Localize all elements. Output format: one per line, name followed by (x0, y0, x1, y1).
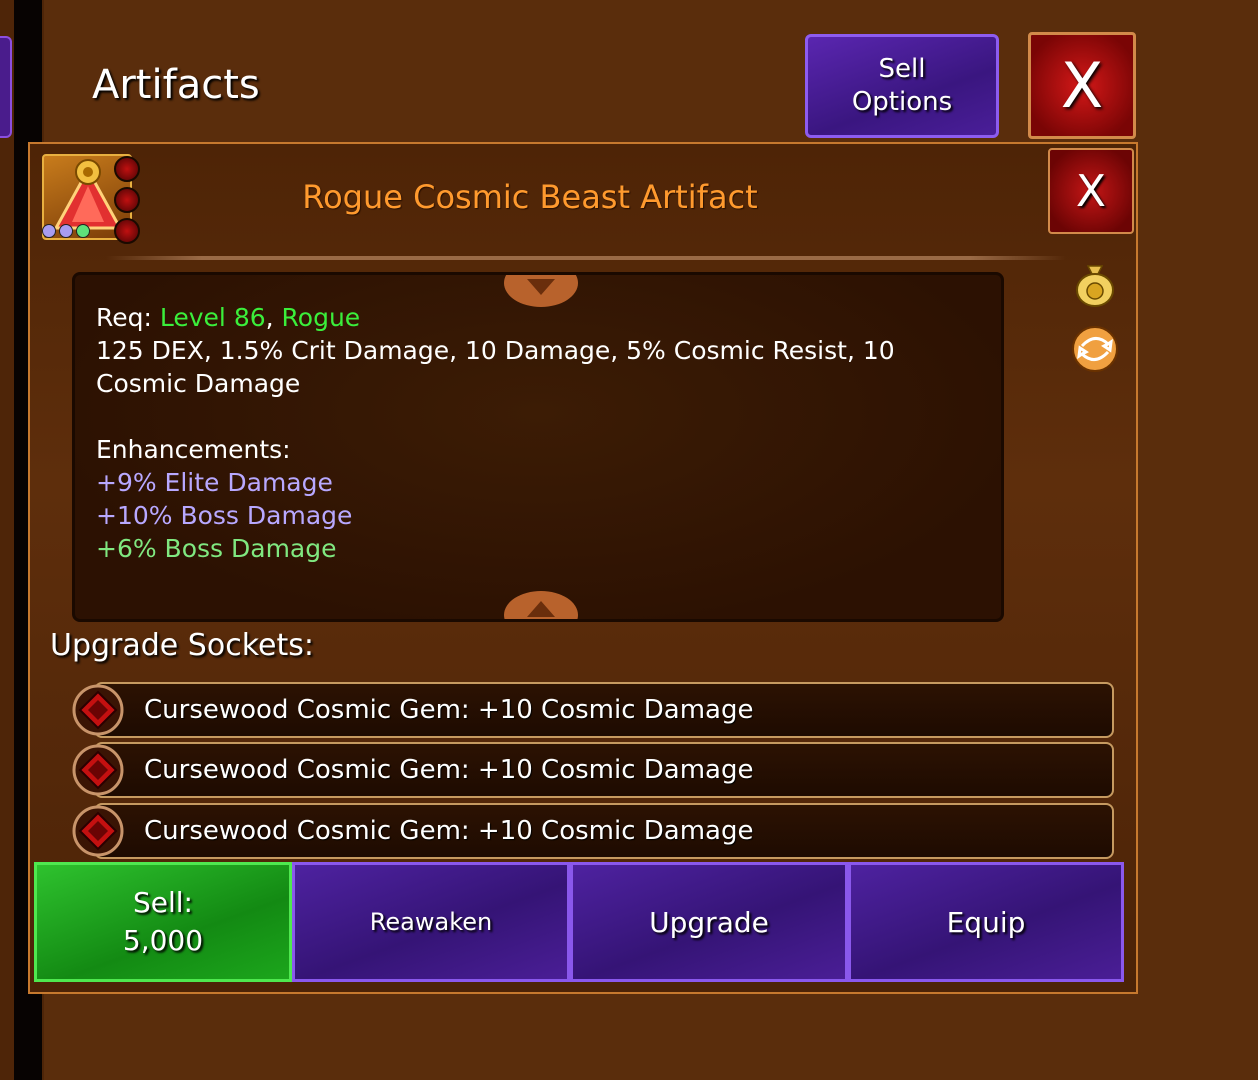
left-side-tab[interactable] (0, 36, 12, 138)
sell-price: 5,000 (122, 924, 204, 957)
req-separator: , (265, 303, 274, 332)
scroll-up-icon[interactable] (503, 587, 579, 622)
socket-gem-icon (72, 805, 124, 857)
gold-bag-icon[interactable] (1070, 258, 1120, 308)
item-title: Rogue Cosmic Beast Artifact (302, 178, 758, 216)
socket-text: Cursewood Cosmic Gem: +10 Cosmic Damage (144, 755, 754, 785)
title-divider (106, 256, 1066, 260)
close-icon: X (1060, 49, 1104, 122)
req-label: Req: (96, 303, 152, 332)
enhancements-label: Enhancements: (96, 435, 291, 464)
sell-button[interactable]: Sell: 5,000 (34, 862, 292, 982)
requirements-line: Req: Level 86, Rogue (96, 301, 956, 334)
sell-options-label: Sell Options (851, 54, 953, 117)
sell-button-content: Sell: 5,000 (123, 884, 203, 960)
socket-text: Cursewood Cosmic Gem: +10 Cosmic Damage (144, 816, 754, 846)
socket-gem-icon (72, 684, 124, 736)
equip-button[interactable]: Equip (848, 862, 1124, 982)
socket-row[interactable]: Cursewood Cosmic Gem: +10 Cosmic Damage (94, 682, 1114, 738)
req-class: Rogue (281, 303, 361, 332)
gem-slot-icon (114, 218, 140, 244)
enhancement-item: +10% Boss Damage (96, 501, 353, 530)
socket-gem-icon (72, 744, 124, 796)
upgrade-button[interactable]: Upgrade (570, 862, 848, 982)
swap-icon[interactable] (1070, 324, 1120, 374)
reawaken-button[interactable]: Reawaken (292, 862, 570, 982)
enhancement-dot-purple (42, 224, 56, 238)
socket-text: Cursewood Cosmic Gem: +10 Cosmic Damage (144, 695, 754, 725)
artifact-detail-dialog: Rogue Cosmic Beast Artifact X Req: Level… (28, 142, 1138, 994)
page-title: Artifacts (92, 62, 260, 108)
item-details-panel[interactable]: Req: Level 86, Rogue 125 DEX, 1.5% Crit … (72, 272, 1004, 622)
close-artifacts-button[interactable]: X (1028, 32, 1136, 139)
sockets-label: Upgrade Sockets: (50, 628, 314, 663)
enhancement-item: +6% Boss Damage (96, 534, 337, 563)
close-dialog-button[interactable]: X (1048, 148, 1134, 234)
equip-label: Equip (946, 905, 1026, 939)
enhancement-dot-green (76, 224, 90, 238)
socket-row[interactable]: Cursewood Cosmic Gem: +10 Cosmic Damage (94, 803, 1114, 859)
enhancement-item: +9% Elite Damage (96, 468, 333, 497)
req-level: Level 86 (159, 303, 266, 332)
sell-label: Sell: (132, 886, 193, 919)
item-stats: 125 DEX, 1.5% Crit Damage, 10 Damage, 5%… (96, 336, 895, 398)
socket-row[interactable]: Cursewood Cosmic Gem: +10 Cosmic Damage (94, 742, 1114, 798)
close-icon: X (1075, 165, 1107, 217)
enhancement-dots (42, 224, 90, 238)
item-details-text: Req: Level 86, Rogue 125 DEX, 1.5% Crit … (96, 301, 956, 565)
enhancement-dot-purple (59, 224, 73, 238)
sell-options-button[interactable]: Sell Options (805, 34, 999, 138)
reawaken-label: Reawaken (369, 908, 493, 936)
upgrade-label: Upgrade (649, 905, 769, 939)
